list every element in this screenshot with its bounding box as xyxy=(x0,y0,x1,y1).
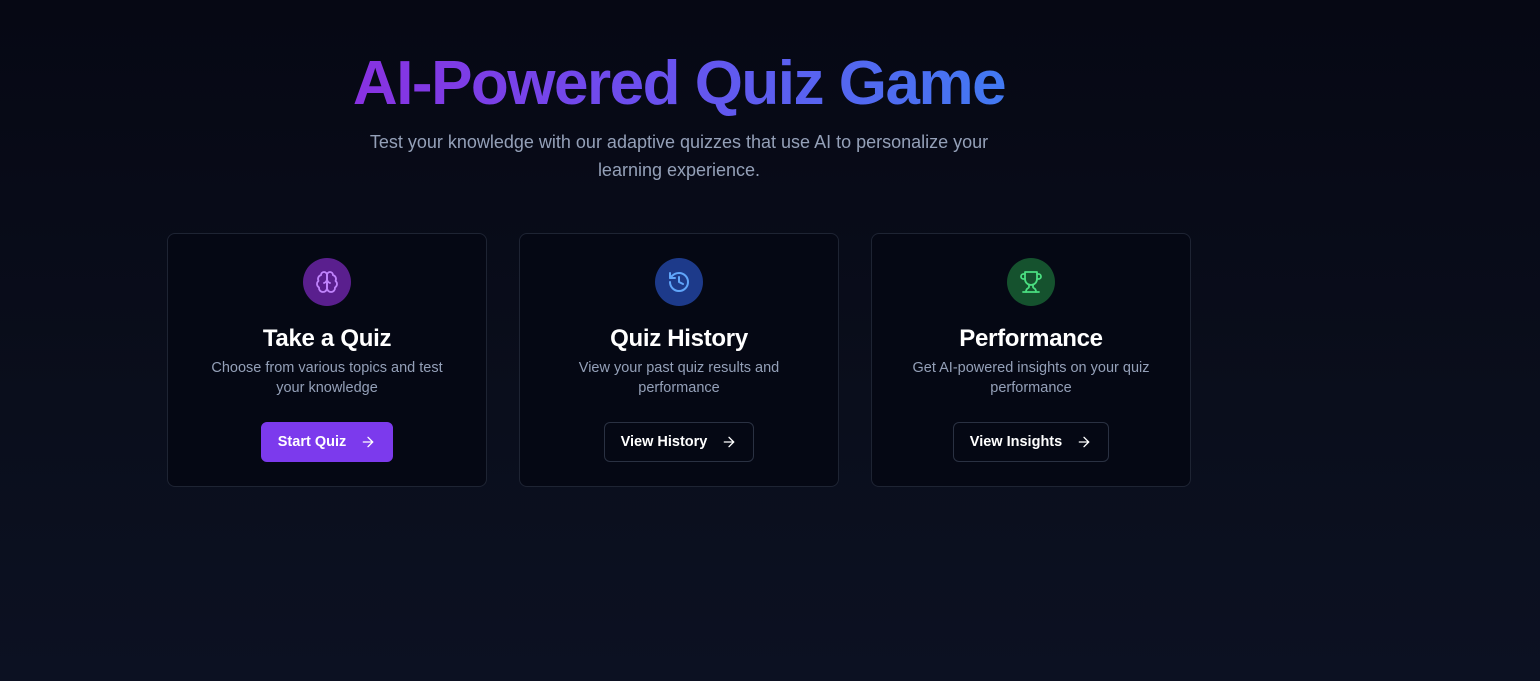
view-history-button[interactable]: View History xyxy=(603,422,755,462)
card-description: View your past quiz results and performa… xyxy=(578,360,780,396)
button-label: View History xyxy=(620,434,708,450)
arrow-right-icon xyxy=(360,434,376,450)
arrow-right-icon xyxy=(721,434,737,450)
page-subtitle: Test your knowledge with our adaptive qu… xyxy=(369,132,989,180)
trophy-icon xyxy=(1007,258,1055,306)
button-label: Start Quiz xyxy=(277,434,347,450)
start-quiz-button[interactable]: Start Quiz xyxy=(260,422,394,462)
card-description: Get AI-powered insights on your quiz per… xyxy=(912,360,1150,396)
card-performance: Performance Get AI-powered insights on y… xyxy=(871,233,1191,487)
card-description: Choose from various topics and test your… xyxy=(211,360,443,396)
history-icon xyxy=(655,258,703,306)
card-take-quiz: Take a Quiz Choose from various topics a… xyxy=(167,233,487,487)
hero-section: AI-Powered Quiz Game Test your knowledge… xyxy=(329,48,1029,184)
card-title: Take a Quiz xyxy=(262,325,392,352)
page-title: AI-Powered Quiz Game xyxy=(329,48,1029,120)
card-title: Quiz History xyxy=(610,325,748,352)
brain-icon xyxy=(303,258,351,306)
card-title: Performance xyxy=(959,325,1103,352)
feature-cards: Take a Quiz Choose from various topics a… xyxy=(167,233,1191,487)
button-label: View Insights xyxy=(969,434,1063,450)
view-insights-button[interactable]: View Insights xyxy=(952,422,1110,462)
card-quiz-history: Quiz History View your past quiz results… xyxy=(519,233,839,487)
arrow-right-icon xyxy=(1076,434,1092,450)
